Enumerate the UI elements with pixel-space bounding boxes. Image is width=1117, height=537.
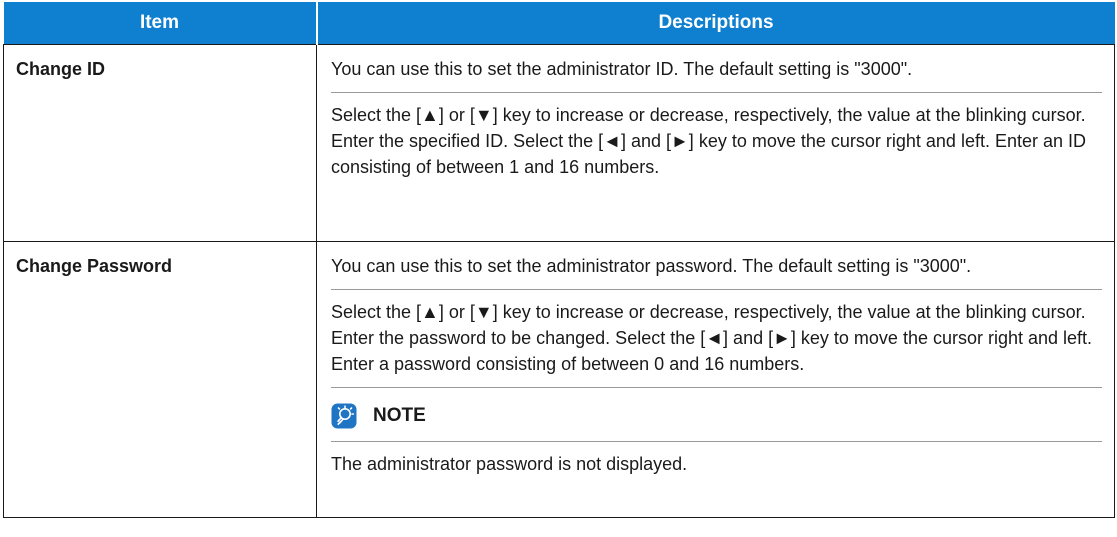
table-row: Change Password You can use this to set … <box>3 241 1115 518</box>
description-paragraph: You can use this to set the administrato… <box>331 59 913 79</box>
lightbulb-note-icon <box>331 403 357 429</box>
note-text: The administrator password is not displa… <box>331 454 688 474</box>
description-change-password: You can use this to set the administrato… <box>316 241 1115 518</box>
paragraph-divider <box>331 289 1102 290</box>
description-change-id: You can use this to set the administrato… <box>316 44 1115 242</box>
table-row: Change ID You can use this to set the ad… <box>3 44 1115 242</box>
paragraph-divider <box>331 387 1102 388</box>
header-item: Item <box>3 2 318 45</box>
header-descriptions: Descriptions <box>316 2 1115 45</box>
paragraph-divider <box>331 92 1102 93</box>
note-heading: NOTE <box>331 397 1102 435</box>
description-paragraph: Select the [▲] or [▼] key to increase or… <box>331 302 1093 374</box>
description-paragraph: You can use this to set the administrato… <box>331 256 972 276</box>
item-change-password: Change Password <box>3 241 317 518</box>
paragraph-divider <box>331 441 1102 442</box>
note-label: NOTE <box>373 405 426 426</box>
table-header-row: Item Descriptions <box>3 2 1115 45</box>
settings-table: Item Descriptions Change ID You can use … <box>3 2 1115 518</box>
item-change-id: Change ID <box>3 44 317 242</box>
description-paragraph: Select the [▲] or [▼] key to increase or… <box>331 105 1086 177</box>
